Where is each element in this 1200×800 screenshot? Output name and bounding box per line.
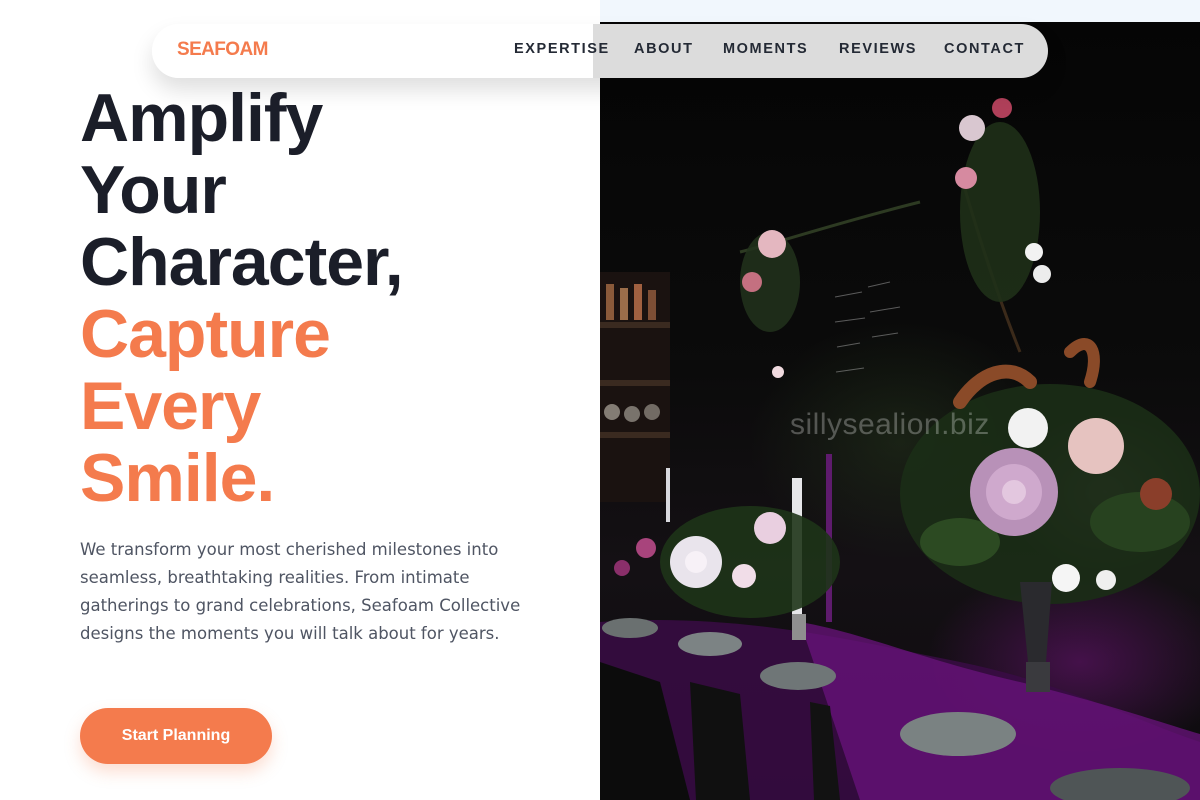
headline-line-2: Your (80, 152, 227, 228)
start-planning-button[interactable]: Start Planning (80, 708, 272, 764)
nav-link-expertise[interactable]: EXPERTISE (514, 41, 610, 57)
brand-logo[interactable]: SEAFOAM (177, 39, 268, 61)
headline-line-3: Character, (80, 224, 404, 300)
headline-line-1: Amplify (80, 80, 323, 156)
nav-link-about[interactable]: ABOUT (634, 41, 694, 57)
nav-link-contact[interactable]: CONTACT (944, 41, 1025, 57)
nav-link-moments[interactable]: MOMENTS (723, 41, 808, 57)
hero-description: We transform your most cherished milesto… (80, 540, 521, 643)
image-watermark: sillysealion.biz (790, 408, 990, 441)
headline-line-5: Every (80, 368, 261, 444)
hero-headline: Amplify Your Character, Capture Every Sm… (80, 80, 404, 516)
top-navigation: SEAFOAM EXPERTISE ABOUT MOMENTS REVIEWS … (152, 24, 1048, 78)
headline-line-6: Smile. (80, 440, 275, 516)
headline-line-4: Capture (80, 296, 331, 372)
nav-link-reviews[interactable]: REVIEWS (839, 41, 917, 57)
top-strip (600, 0, 1200, 22)
